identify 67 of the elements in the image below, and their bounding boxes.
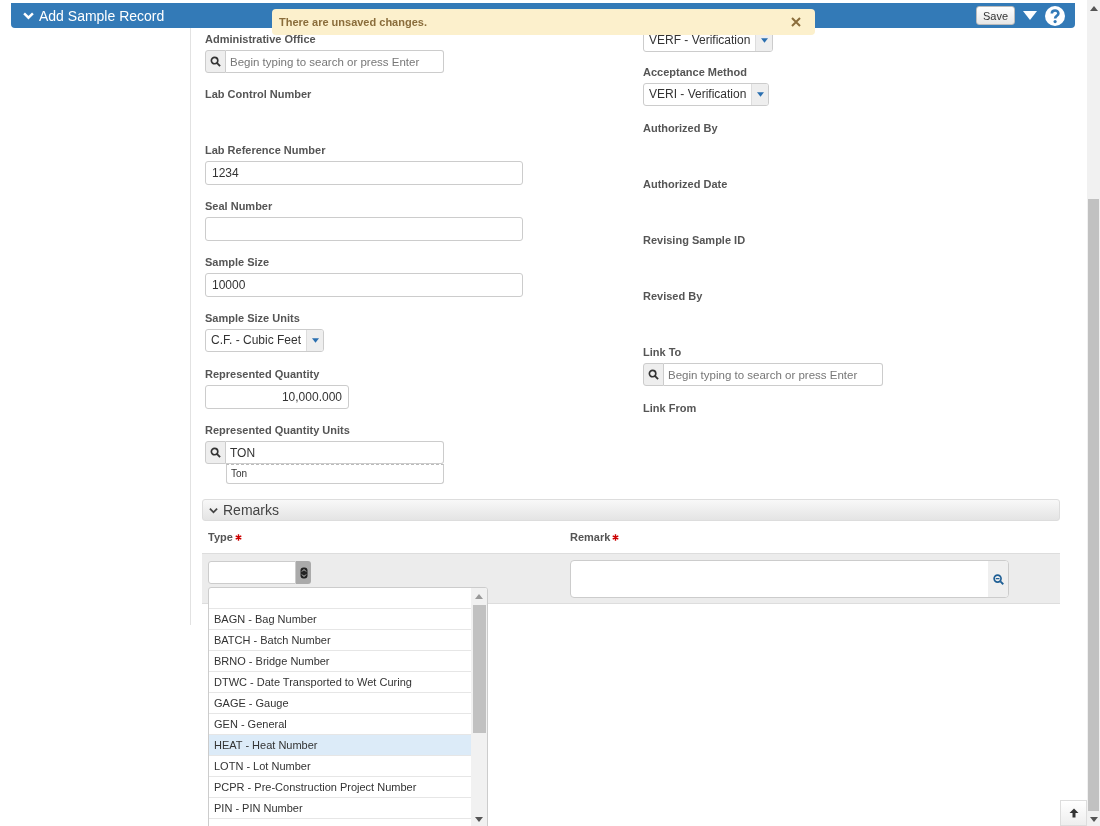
chevron-icon[interactable]	[23, 10, 34, 21]
search-icon	[210, 56, 221, 67]
down-arrow-icon[interactable]	[1089, 817, 1098, 822]
dropdown-option[interactable]: BRNO - Bridge Number	[209, 651, 471, 672]
number-field[interactable]: 10,000.000	[205, 385, 349, 409]
back-to-top-button[interactable]	[1060, 800, 1087, 826]
dropdown-option[interactable]: LOTN - Lot Number	[209, 756, 471, 777]
dropdown-option[interactable]: PCPR - Pre-Construction Project Number	[209, 777, 471, 798]
dropdown-option[interactable]: HEAT - Heat Number	[209, 735, 471, 756]
remark-field[interactable]	[570, 560, 1009, 598]
search-button[interactable]	[205, 441, 226, 464]
scroll-thumb[interactable]	[1088, 199, 1099, 811]
alert-message: There are unsaved changes.	[279, 16, 427, 28]
close-icon[interactable]	[791, 17, 801, 27]
field-label: Sample Size	[205, 255, 270, 269]
search-icon	[210, 447, 221, 458]
chevron-icon	[209, 505, 218, 515]
dropdown-option[interactable]: BATCH - Batch Number	[209, 630, 471, 651]
field-label: Sample Size Units	[205, 311, 300, 325]
search-button[interactable]	[643, 363, 664, 386]
select-field[interactable]: C.F. - Cubic Feet	[205, 329, 325, 352]
search-field[interactable]: Begin typing to search or press Enter	[664, 363, 883, 386]
scrollbar[interactable]	[471, 588, 487, 826]
section-header[interactable]: Remarks	[202, 499, 1060, 521]
field-label: Represented Quantity	[205, 367, 320, 381]
dropdown-option[interactable]: PIN - PIN Number	[209, 798, 471, 819]
field-label: Lab Control Number	[205, 87, 312, 101]
search-field[interactable]: Begin typing to search or press Enter	[226, 50, 444, 73]
field-label: Acceptance Method	[643, 65, 747, 79]
field-label: Link From	[643, 401, 697, 415]
field-label: Administrative Office	[205, 32, 316, 46]
search-icon	[648, 369, 659, 380]
caret-icon	[760, 38, 768, 43]
field-label: Revising Sample ID	[643, 233, 746, 247]
field-label: Revised By	[643, 289, 703, 303]
save-button[interactable]: Save	[976, 6, 1015, 25]
text-field[interactable]: 10000	[205, 273, 523, 297]
caret-icon	[311, 338, 319, 343]
page-scrollbar[interactable]	[1087, 0, 1100, 826]
type-field[interactable]	[208, 561, 296, 584]
caret-icon[interactable]	[1023, 11, 1037, 20]
field-label: Seal Number	[205, 199, 273, 213]
select-field[interactable]: VERI - Verification	[643, 83, 770, 106]
field-label: Represented Quantity Units	[205, 423, 350, 437]
up-arrow-icon[interactable]	[1089, 6, 1098, 11]
suggestion-item[interactable]: Ton	[227, 465, 443, 483]
down-arrow-icon[interactable]	[475, 817, 483, 822]
field-label: Authorized By	[643, 121, 718, 135]
dropdown-option[interactable]: DTWC - Date Transported to Wet Curing	[209, 672, 471, 693]
field-label: Lab Reference Number	[205, 143, 326, 157]
text-field[interactable]: 1234	[205, 161, 523, 185]
field-label: Authorized Date	[643, 177, 728, 191]
dropdown-option[interactable]: BAGN - Bag Number	[209, 609, 471, 630]
up-arrow-icon	[1068, 808, 1079, 818]
dropdown-icon	[299, 566, 308, 579]
field-label: Link To	[643, 345, 682, 359]
scroll-thumb[interactable]	[472, 605, 486, 733]
search-field[interactable]: TON	[226, 441, 444, 464]
column-header: Remark	[570, 530, 611, 544]
column-header: Type	[208, 530, 233, 544]
dropdown-button[interactable]	[296, 561, 311, 584]
caret-icon	[756, 92, 764, 97]
help-icon[interactable]	[1045, 5, 1065, 26]
page-title: Add Sample Record	[39, 7, 165, 24]
search-button[interactable]	[205, 50, 226, 73]
dropdown-option[interactable]: GAGE - Gauge	[209, 693, 471, 714]
text-field[interactable]	[205, 217, 523, 241]
